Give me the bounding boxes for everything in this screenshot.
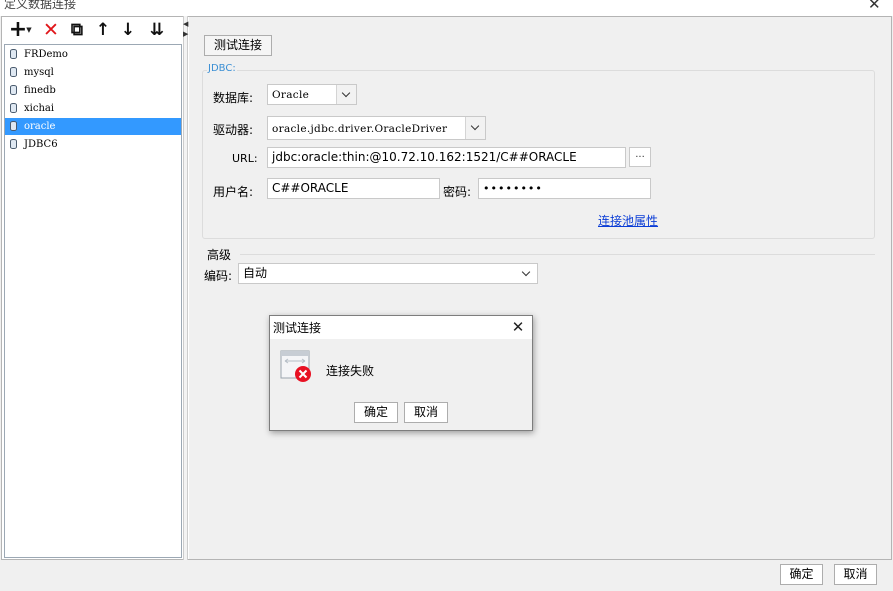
dropdown-button[interactable] xyxy=(517,264,537,283)
encoding-value: 自动 xyxy=(243,266,268,280)
list-item[interactable]: finedb xyxy=(5,82,181,99)
footer xyxy=(0,561,893,591)
database-icon xyxy=(10,49,17,59)
list-item-label: JDBC6 xyxy=(24,139,58,150)
move-up-icon[interactable]: ↑ xyxy=(94,20,112,40)
list-item-label: mysql xyxy=(24,67,54,78)
list-item[interactable]: xichai xyxy=(5,100,181,117)
advanced-section-label: 高级 xyxy=(207,248,232,262)
test-connection-button[interactable]: 测试连接 xyxy=(204,35,272,56)
close-icon[interactable]: ✕ xyxy=(868,0,881,12)
jdbc-section-label: JDBC: xyxy=(207,63,237,74)
chevron-down-icon xyxy=(341,88,351,98)
popup-title: 测试连接 xyxy=(273,321,322,335)
database-label: 数据库: xyxy=(213,91,254,105)
copy-icon[interactable]: ⧉ xyxy=(68,20,86,40)
list-item-label: finedb xyxy=(24,85,56,96)
popup-message: 连接失败 xyxy=(326,364,375,378)
url-label: URL: xyxy=(232,152,258,165)
list-item[interactable]: JDBC6 xyxy=(5,136,181,153)
database-icon xyxy=(10,103,17,113)
chevron-down-icon xyxy=(470,121,480,131)
chevron-down-icon xyxy=(521,267,531,277)
collapse-left-icon[interactable]: ◀ xyxy=(183,20,188,28)
expand-right-icon[interactable]: ▶ xyxy=(183,30,188,38)
list-item-selected[interactable]: oracle xyxy=(5,118,181,135)
driver-label: 驱动器: xyxy=(213,123,254,137)
window-title: 定义数据连接 xyxy=(4,0,77,11)
database-value: Oracle xyxy=(272,89,310,101)
username-label: 用户名: xyxy=(213,185,254,199)
chevron-down-icon[interactable]: ▼ xyxy=(26,26,32,46)
title-bar: 定义数据连接 ✕ xyxy=(0,0,893,16)
splitter[interactable] xyxy=(183,16,188,560)
connection-list: FRDemo mysql finedb xichai oracle JDBC6 xyxy=(4,44,182,558)
dropdown-button[interactable] xyxy=(465,117,485,139)
encoding-label: 编码: xyxy=(204,269,233,283)
dropdown-button[interactable] xyxy=(336,85,356,104)
connection-pool-link[interactable]: 连接池属性 xyxy=(598,212,658,229)
database-select[interactable]: Oracle xyxy=(267,84,357,105)
list-item-label: oracle xyxy=(24,121,56,132)
encoding-select[interactable]: 自动 xyxy=(238,263,538,284)
database-icon xyxy=(10,121,17,131)
list-item[interactable]: mysql xyxy=(5,64,181,81)
close-icon[interactable]: ✕ xyxy=(509,317,527,337)
connection-error-icon xyxy=(280,350,311,382)
url-browse-button[interactable]: ... xyxy=(629,147,651,167)
list-item-label: xichai xyxy=(24,103,55,114)
database-icon xyxy=(10,85,17,95)
delete-icon[interactable]: ✕ xyxy=(42,20,60,40)
popup-cancel-button[interactable]: 取消 xyxy=(404,402,448,423)
driver-value: oracle.jdbc.driver.OracleDriver xyxy=(272,123,448,135)
move-down-icon[interactable]: ↓ xyxy=(119,20,137,40)
popup-ok-button[interactable]: 确定 xyxy=(354,402,398,423)
database-icon xyxy=(10,67,17,77)
cancel-button[interactable]: 取消 xyxy=(834,564,877,585)
ok-button[interactable]: 确定 xyxy=(780,564,823,585)
database-icon xyxy=(10,139,17,149)
connection-toolbar: + ▼ ✕ ⧉ ↑ ↓ ⇊ xyxy=(4,18,182,43)
password-input[interactable]: •••••••• xyxy=(478,178,651,199)
password-label: 密码: xyxy=(443,185,472,199)
add-icon[interactable]: + xyxy=(8,19,28,41)
list-item-label: FRDemo xyxy=(24,49,68,60)
url-input[interactable]: jdbc:oracle:thin:@10.72.10.162:1521/C##O… xyxy=(267,147,626,168)
username-input[interactable]: C##ORACLE xyxy=(267,178,440,199)
divider xyxy=(240,254,875,255)
driver-select[interactable]: oracle.jdbc.driver.OracleDriver xyxy=(267,116,486,140)
list-item[interactable]: FRDemo xyxy=(5,46,181,63)
move-to-bottom-icon[interactable]: ⇊ xyxy=(144,20,170,40)
